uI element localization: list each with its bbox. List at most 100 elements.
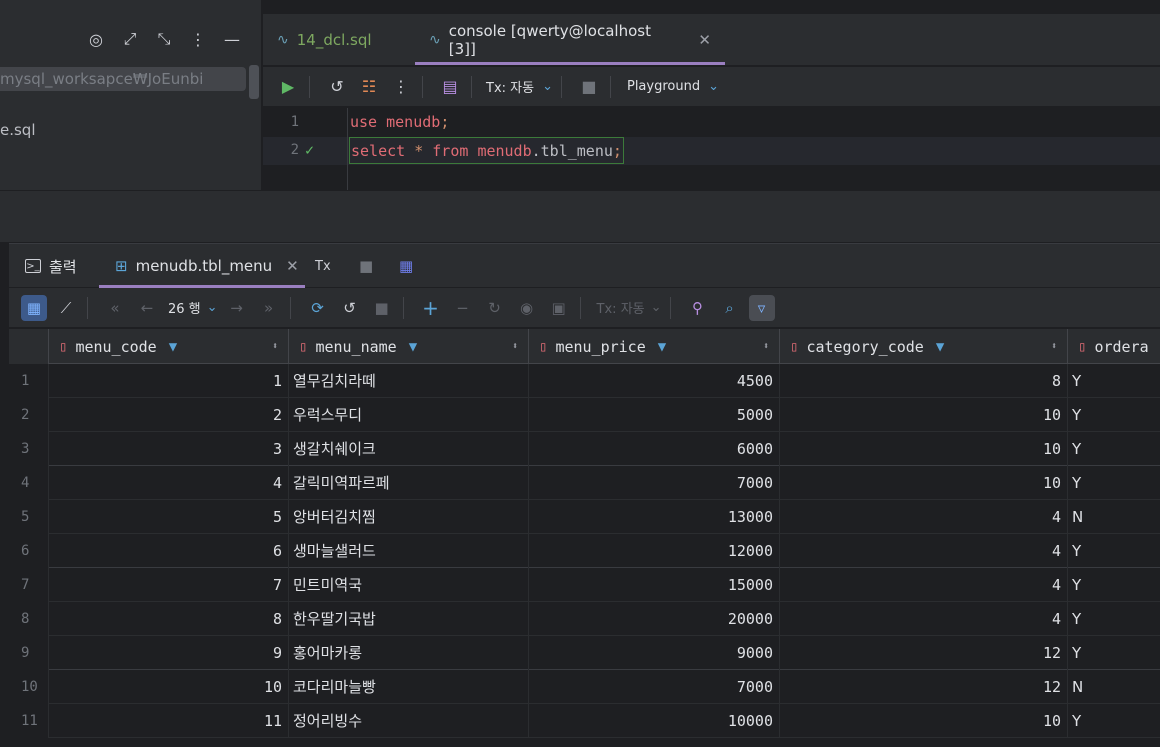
- close-icon[interactable]: ✕: [698, 31, 711, 49]
- cell-orderable[interactable]: Y: [1068, 636, 1160, 670]
- table-row[interactable]: 1 1 열무김치라떼 4500 8 Y: [9, 364, 1160, 398]
- delete-row-icon[interactable]: −: [450, 295, 476, 321]
- cell-orderable[interactable]: Y: [1068, 398, 1160, 432]
- cell-orderable[interactable]: Y: [1068, 432, 1160, 466]
- column-header-menu-name[interactable]: ▯ menu_name ▼ ⬍: [289, 329, 529, 364]
- table-row[interactable]: 9 9 홍어마카롱 9000 12 Y: [9, 636, 1160, 670]
- sort-icon[interactable]: ⬍: [1051, 341, 1057, 352]
- next-page-icon[interactable]: →: [224, 295, 250, 321]
- cell-category-code[interactable]: 4: [780, 602, 1068, 636]
- history-icon[interactable]: ↺: [337, 295, 363, 321]
- search-icon[interactable]: ⌕: [717, 295, 743, 321]
- add-row-icon[interactable]: +: [418, 295, 444, 321]
- target-icon[interactable]: ◎: [85, 28, 107, 50]
- sort-icon[interactable]: ⬍: [272, 341, 278, 352]
- cell-category-code[interactable]: 12: [780, 636, 1068, 670]
- table-row[interactable]: 6 6 생마늘샐러드 12000 4 Y: [9, 534, 1160, 568]
- table-row[interactable]: 10 10 코다리마늘빵 7000 12 N: [9, 670, 1160, 704]
- collapse-icon[interactable]: ⤡: [153, 28, 175, 50]
- table-row[interactable]: 7 7 민트미역국 15000 4 Y: [9, 568, 1160, 602]
- cell-menu-price[interactable]: 10000: [529, 704, 780, 738]
- cell-orderable[interactable]: Y: [1068, 466, 1160, 500]
- table-row[interactable]: 11 11 정어리빙수 10000 10 Y: [9, 704, 1160, 738]
- table-row[interactable]: 2 2 우럭스무디 5000 10 Y: [9, 398, 1160, 432]
- save-icon[interactable]: ▣: [546, 295, 572, 321]
- sort-icon[interactable]: ⬍: [512, 341, 518, 352]
- cell-category-code[interactable]: 4: [780, 534, 1068, 568]
- reload-icon[interactable]: ⟳: [305, 295, 331, 321]
- cell-menu-price[interactable]: 7000: [529, 670, 780, 704]
- project-scrollbar[interactable]: [249, 65, 259, 99]
- cell-orderable[interactable]: Y: [1068, 568, 1160, 602]
- layout-icon[interactable]: ▦: [399, 244, 413, 288]
- cell-menu-price[interactable]: 13000: [529, 500, 780, 534]
- cell-orderable[interactable]: N: [1068, 670, 1160, 704]
- cell-menu-name[interactable]: 앙버터김치찜: [289, 500, 529, 534]
- sql-editor[interactable]: 1 use menudb; 2 ✓ select * from menudb.t…: [263, 108, 1160, 190]
- cell-category-code[interactable]: 4: [780, 500, 1068, 534]
- stop-icon[interactable]: ■: [359, 244, 373, 288]
- data-grid[interactable]: ▯ menu_code ▼ ⬍ ▯ menu_name ▼ ⬍ ▯ menu_p…: [9, 329, 1160, 747]
- table-row[interactable]: 5 5 앙버터김치찜 13000 4 N: [9, 500, 1160, 534]
- cell-menu-name[interactable]: 한우딸기국밥: [289, 602, 529, 636]
- cell-category-code[interactable]: 10: [780, 432, 1068, 466]
- tx-mode-dropdown[interactable]: Tx: 자동 ⌄: [486, 77, 553, 96]
- filter-icon[interactable]: ▼: [936, 339, 944, 355]
- stop-icon[interactable]: ■: [576, 74, 602, 100]
- chart-view-icon[interactable]: ⟋: [53, 295, 79, 321]
- more-icon[interactable]: ⋮: [388, 74, 414, 100]
- previous-page-icon[interactable]: ←: [134, 295, 160, 321]
- filter-icon[interactable]: ▼: [169, 339, 177, 355]
- table-row[interactable]: 4 4 갈릭미역파르페 7000 10 Y: [9, 466, 1160, 500]
- cell-menu-name[interactable]: 코다리마늘빵: [289, 670, 529, 704]
- column-header-orderable[interactable]: ▯ ordera: [1068, 329, 1160, 364]
- close-icon[interactable]: ✕: [286, 257, 299, 275]
- cell-menu-code[interactable]: 2: [49, 398, 289, 432]
- grid-view-icon[interactable]: ▦: [21, 294, 47, 321]
- filter-view-icon[interactable]: ▿: [748, 294, 775, 321]
- panel-splitter[interactable]: [0, 190, 1160, 242]
- cell-menu-code[interactable]: 8: [49, 602, 289, 636]
- cell-orderable[interactable]: Y: [1068, 602, 1160, 636]
- rows-count-dropdown[interactable]: 26 행 ⌄: [168, 298, 218, 317]
- cell-menu-price[interactable]: 15000: [529, 568, 780, 602]
- more-options-icon[interactable]: ⋮: [187, 28, 209, 50]
- cell-menu-code[interactable]: 11: [49, 704, 289, 738]
- tab-14-dcl-sql[interactable]: ∿ 14_dcl.sql: [263, 14, 411, 65]
- session-icon[interactable]: ▤: [437, 74, 463, 100]
- cell-category-code[interactable]: 12: [780, 670, 1068, 704]
- cell-menu-price[interactable]: 5000: [529, 398, 780, 432]
- cell-menu-code[interactable]: 5: [49, 500, 289, 534]
- cell-menu-price[interactable]: 4500: [529, 364, 780, 398]
- sort-icon[interactable]: ⬍: [763, 341, 769, 352]
- cell-menu-code[interactable]: 1: [49, 364, 289, 398]
- cell-menu-price[interactable]: 9000: [529, 636, 780, 670]
- cell-menu-name[interactable]: 열무김치라떼: [289, 364, 529, 398]
- table-row[interactable]: 8 8 한우딸기국밥 20000 4 Y: [9, 602, 1160, 636]
- cell-menu-name[interactable]: 갈릭미역파르페: [289, 466, 529, 500]
- cell-menu-price[interactable]: 7000: [529, 466, 780, 500]
- column-header-category-code[interactable]: ▯ category_code ▼ ⬍: [780, 329, 1068, 364]
- playground-dropdown[interactable]: Playground ⌄: [627, 79, 719, 94]
- run-icon[interactable]: ▶: [275, 74, 301, 100]
- cell-menu-price[interactable]: 20000: [529, 602, 780, 636]
- cell-menu-code[interactable]: 7: [49, 568, 289, 602]
- cell-menu-code[interactable]: 9: [49, 636, 289, 670]
- view-icon[interactable]: ◉: [514, 295, 540, 321]
- cell-menu-code[interactable]: 3: [49, 432, 289, 466]
- code-line[interactable]: 1 use menudb;: [263, 109, 1160, 137]
- project-tree-item-file[interactable]: e.sql: [0, 121, 36, 139]
- code-line[interactable]: 2 ✓ select * from menudb.tbl_menu;: [263, 137, 1160, 165]
- stop-icon[interactable]: ■: [369, 295, 395, 321]
- filter-icon[interactable]: ▼: [409, 339, 417, 355]
- last-page-icon[interactable]: »: [256, 295, 282, 321]
- cell-category-code[interactable]: 4: [780, 568, 1068, 602]
- pin-icon[interactable]: ⚲: [685, 295, 711, 321]
- cell-menu-name[interactable]: 민트미역국: [289, 568, 529, 602]
- expand-icon[interactable]: ⤢: [119, 28, 141, 50]
- column-header-menu-code[interactable]: ▯ menu_code ▼ ⬍: [49, 329, 289, 364]
- column-header-menu-price[interactable]: ▯ menu_price ▼ ⬍: [529, 329, 780, 364]
- cell-menu-price[interactable]: 12000: [529, 534, 780, 568]
- cell-menu-name[interactable]: 홍어마카롱: [289, 636, 529, 670]
- cell-orderable[interactable]: N: [1068, 500, 1160, 534]
